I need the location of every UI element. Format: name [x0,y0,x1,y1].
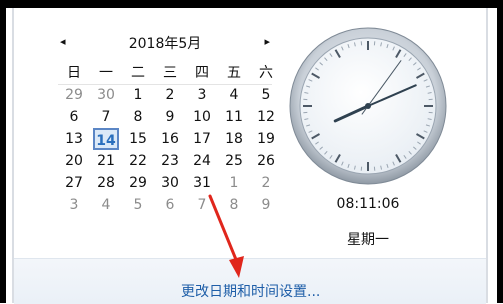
annotation-arrow-icon [0,0,503,303]
